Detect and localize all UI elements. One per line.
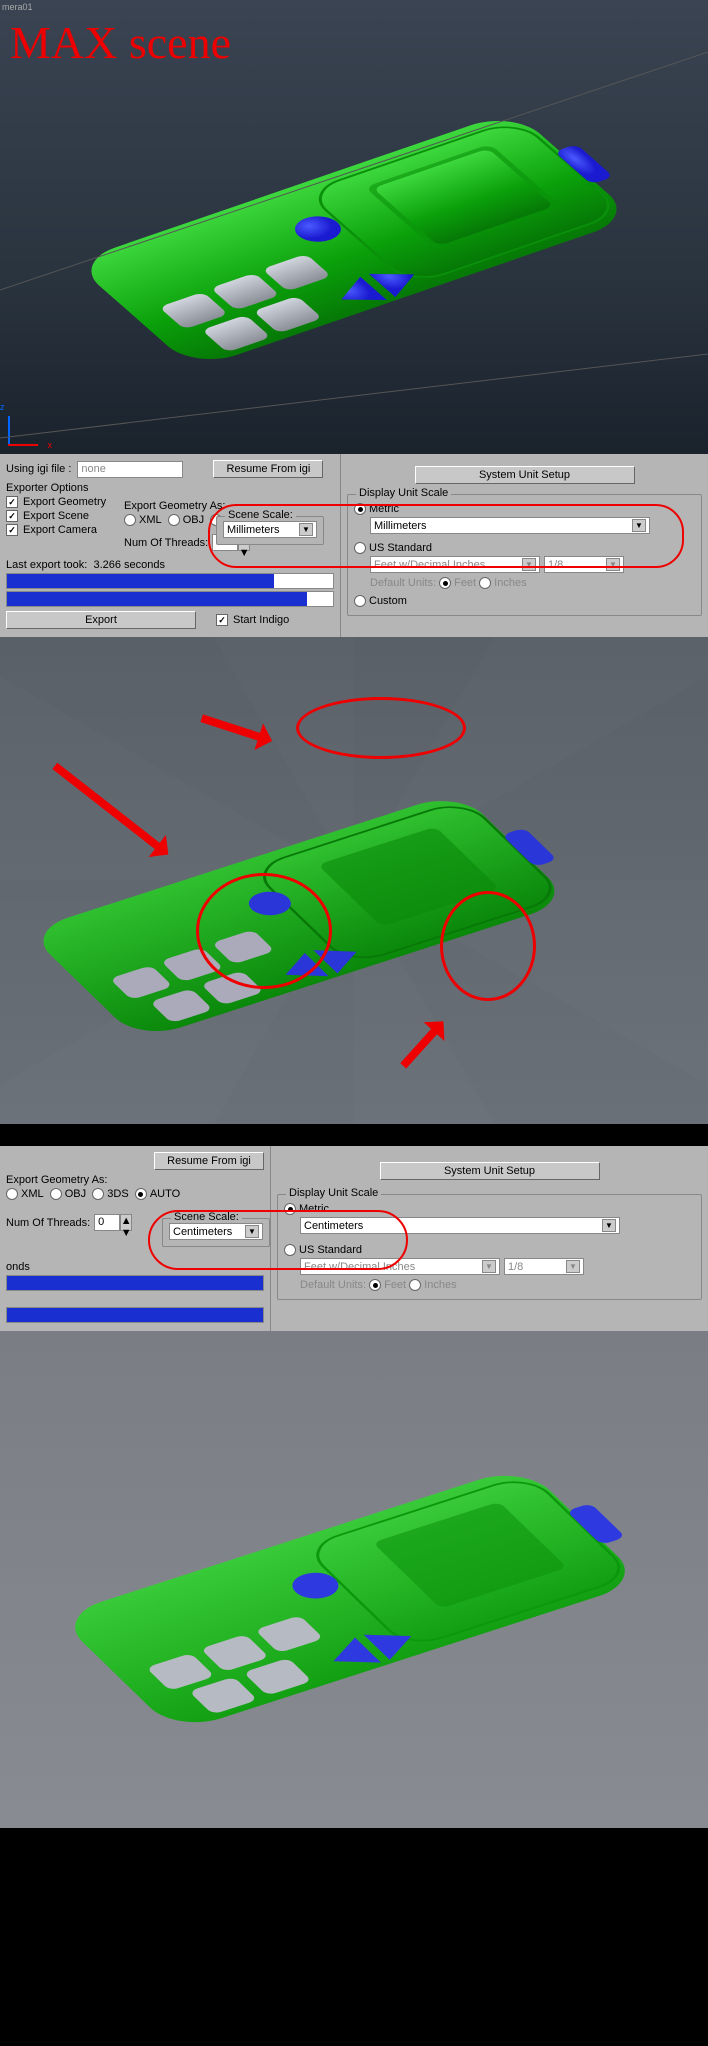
- device-render-clean: [0, 1331, 708, 1828]
- export-geometry-as-label-2: Export Geometry As:: [6, 1174, 264, 1186]
- last-export-value: 3.266 seconds: [93, 559, 165, 571]
- threads-label-2: Num Of Threads:: [6, 1217, 90, 1229]
- progress-bar-3: [6, 1275, 264, 1291]
- display-unit-scale-title-2: Display Unit Scale: [286, 1187, 381, 1199]
- radio-inches: [479, 577, 491, 589]
- progress-bar-2: [6, 591, 334, 607]
- radio-obj-2[interactable]: [50, 1188, 62, 1200]
- radio-3ds-2[interactable]: [92, 1188, 104, 1200]
- igi-file-label: Using igi file :: [6, 463, 71, 475]
- us-unit-dropdown-2: Feet w/Decimal Inches▼: [300, 1258, 500, 1275]
- radio-inches-2: [409, 1279, 421, 1291]
- separator: [0, 1124, 708, 1146]
- last-export-suffix: onds: [6, 1261, 30, 1273]
- radio-metric[interactable]: [354, 503, 366, 515]
- radio-custom[interactable]: [354, 595, 366, 607]
- start-indigo-label: Start Indigo: [233, 614, 289, 626]
- start-indigo-checkbox[interactable]: [216, 614, 228, 626]
- progress-bar-4: [6, 1307, 264, 1323]
- last-export-label: Last export took:: [6, 559, 87, 571]
- progress-bar-1: [6, 573, 334, 589]
- metric-unit-dropdown-2[interactable]: Centimeters▼: [300, 1217, 620, 1234]
- threads-label: Num Of Threads:: [124, 537, 208, 549]
- radio-feet: [439, 577, 451, 589]
- resume-button-2[interactable]: Resume From igi: [154, 1152, 264, 1170]
- display-unit-scale-title: Display Unit Scale: [356, 487, 451, 499]
- radio-obj[interactable]: [168, 514, 180, 526]
- exporter-ui-panel: Using igi file : none Resume From igi Ex…: [0, 454, 708, 637]
- export-camera-checkbox[interactable]: [6, 524, 18, 536]
- us-fraction-dropdown-2: 1/8▼: [504, 1258, 584, 1275]
- resume-button[interactable]: Resume From igi: [213, 460, 323, 478]
- radio-us-standard-2[interactable]: [284, 1244, 296, 1256]
- radio-xml[interactable]: [124, 514, 136, 526]
- device-render-smooth: [0, 0, 708, 454]
- system-unit-setup-button-2[interactable]: System Unit Setup: [380, 1162, 600, 1180]
- threads-spinner-2[interactable]: ▲▼: [120, 1214, 132, 1231]
- max-viewport: mera01 MAX scene z x: [0, 0, 708, 454]
- igi-file-input[interactable]: none: [77, 461, 183, 478]
- threads-input-2[interactable]: 0: [94, 1214, 120, 1231]
- us-fraction-dropdown: 1/8▼: [544, 556, 624, 573]
- exporter-options-title: Exporter Options: [6, 482, 334, 494]
- render-artifacts: [0, 637, 708, 1124]
- scene-scale-dropdown-2[interactable]: Centimeters▼: [169, 1223, 263, 1240]
- problem-circle-2: [196, 873, 332, 989]
- scene-scale-title-2: Scene Scale:: [171, 1211, 242, 1223]
- metric-unit-dropdown[interactable]: Millimeters▼: [370, 517, 650, 534]
- export-geometry-checkbox[interactable]: [6, 496, 18, 508]
- radio-xml-2[interactable]: [6, 1188, 18, 1200]
- export-scene-checkbox[interactable]: [6, 510, 18, 522]
- render-clean: [0, 1331, 708, 1828]
- scene-scale-title: Scene Scale:: [225, 509, 296, 521]
- exporter-ui-panel-2: Resume From igi Export Geometry As: XML …: [0, 1146, 708, 1331]
- radio-us-standard[interactable]: [354, 542, 366, 554]
- radio-feet-2: [369, 1279, 381, 1291]
- radio-metric-2[interactable]: [284, 1203, 296, 1215]
- problem-circle-3: [440, 891, 536, 1001]
- radio-auto-2[interactable]: [135, 1188, 147, 1200]
- system-unit-setup-button[interactable]: System Unit Setup: [415, 466, 635, 484]
- scene-scale-dropdown[interactable]: Millimeters▼: [223, 521, 317, 538]
- export-button[interactable]: Export: [6, 611, 196, 629]
- us-unit-dropdown: Feet w/Decimal Inches▼: [370, 556, 540, 573]
- problem-circle-1: [296, 697, 466, 759]
